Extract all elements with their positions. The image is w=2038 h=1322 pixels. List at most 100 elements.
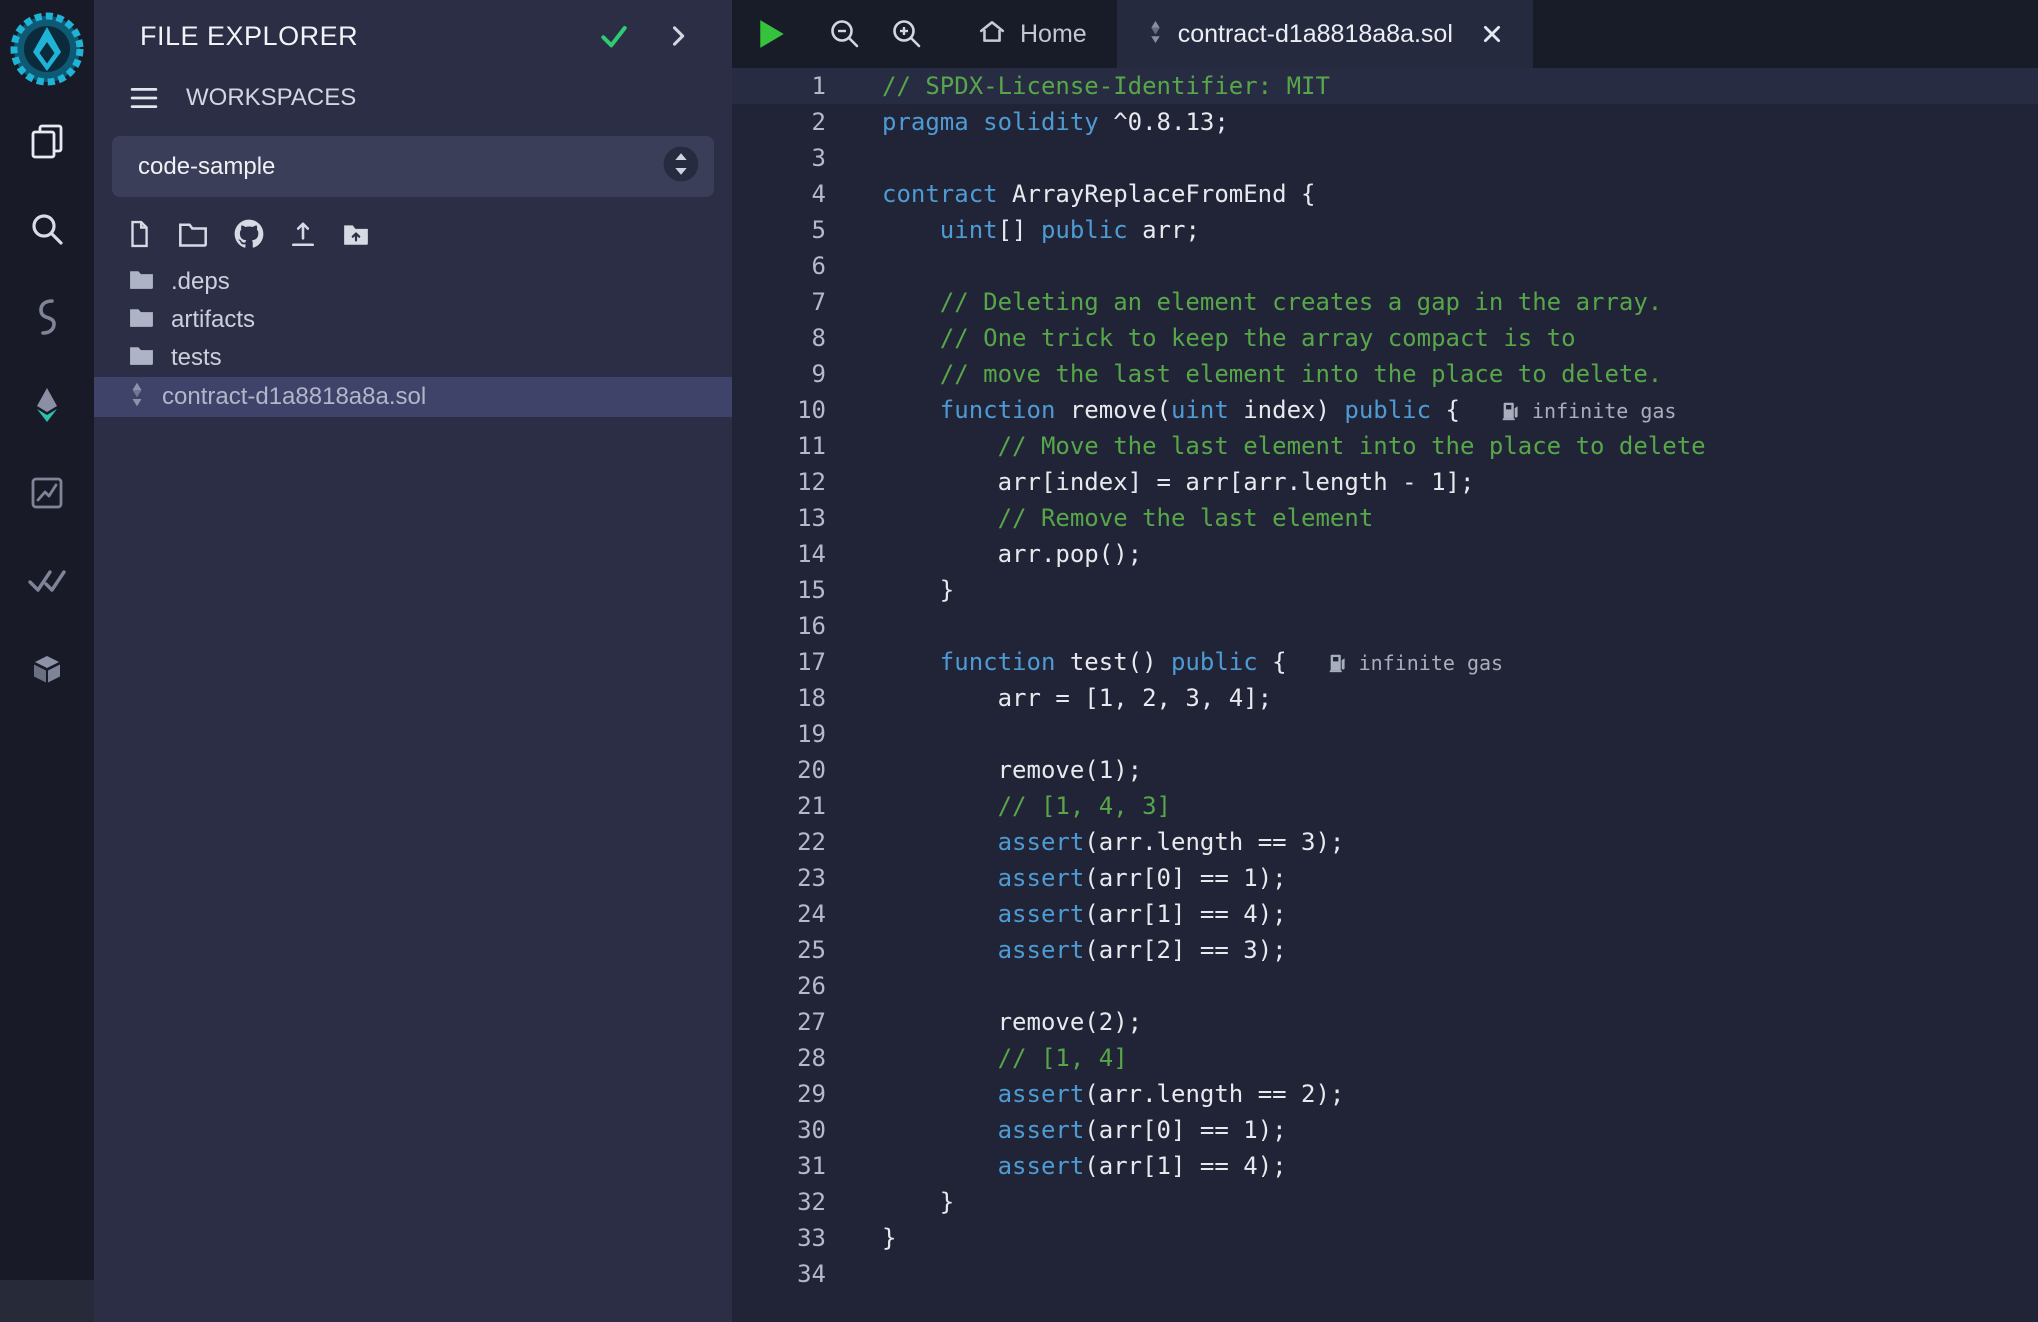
line-content[interactable]: function remove(uint index) public {infi… bbox=[882, 392, 2038, 428]
code-line[interactable]: 7 // Deleting an element creates a gap i… bbox=[732, 284, 2038, 320]
line-content[interactable]: assert(arr[2] == 3); bbox=[882, 932, 2038, 968]
line-number[interactable]: 28 bbox=[732, 1040, 882, 1076]
line-number[interactable]: 33 bbox=[732, 1220, 882, 1256]
line-content[interactable]: // [1, 4] bbox=[882, 1040, 2038, 1076]
code-line[interactable]: 16 bbox=[732, 608, 2038, 644]
upload-folder-icon[interactable] bbox=[342, 222, 370, 246]
line-content[interactable]: } bbox=[882, 1184, 2038, 1220]
folder-row-deps[interactable]: .deps bbox=[94, 263, 732, 301]
code-line[interactable]: 15 } bbox=[732, 572, 2038, 608]
line-number[interactable]: 14 bbox=[732, 536, 882, 572]
line-number[interactable]: 18 bbox=[732, 680, 882, 716]
code-line[interactable]: 32 } bbox=[732, 1184, 2038, 1220]
code-line[interactable]: 4contract ArrayReplaceFromEnd { bbox=[732, 176, 2038, 212]
line-content[interactable]: } bbox=[882, 572, 2038, 608]
line-number[interactable]: 7 bbox=[732, 284, 882, 320]
line-number[interactable]: 31 bbox=[732, 1148, 882, 1184]
code-line[interactable]: 12 arr[index] = arr[arr.length - 1]; bbox=[732, 464, 2038, 500]
github-icon[interactable] bbox=[234, 219, 264, 249]
line-number[interactable]: 16 bbox=[732, 608, 882, 644]
line-content[interactable]: assert(arr[1] == 4); bbox=[882, 1148, 2038, 1184]
line-content[interactable]: // SPDX-License-Identifier: MIT bbox=[882, 68, 2038, 104]
line-content[interactable]: remove(1); bbox=[882, 752, 2038, 788]
line-content[interactable]: assert(arr[0] == 1); bbox=[882, 1112, 2038, 1148]
code-line[interactable]: 19 bbox=[732, 716, 2038, 752]
code-line[interactable]: 22 assert(arr.length == 3); bbox=[732, 824, 2038, 860]
code-line[interactable]: 25 assert(arr[2] == 3); bbox=[732, 932, 2038, 968]
line-content[interactable]: // Remove the last element bbox=[882, 500, 2038, 536]
line-number[interactable]: 17 bbox=[732, 644, 882, 680]
line-number[interactable]: 22 bbox=[732, 824, 882, 860]
code-line[interactable]: 11 // Move the last element into the pla… bbox=[732, 428, 2038, 464]
workspace-select[interactable]: code-sample bbox=[112, 136, 714, 197]
code-line[interactable]: 9 // move the last element into the plac… bbox=[732, 356, 2038, 392]
line-content[interactable] bbox=[882, 968, 2038, 1004]
line-number[interactable]: 26 bbox=[732, 968, 882, 1004]
line-number[interactable]: 30 bbox=[732, 1112, 882, 1148]
deploy-run-ethereum-icon[interactable] bbox=[25, 383, 69, 427]
line-number[interactable]: 3 bbox=[732, 140, 882, 176]
line-content[interactable]: function test() public {infinite gas bbox=[882, 644, 2038, 680]
code-line[interactable]: 31 assert(arr[1] == 4); bbox=[732, 1148, 2038, 1184]
code-line[interactable]: 6 bbox=[732, 248, 2038, 284]
code-line[interactable]: 30 assert(arr[0] == 1); bbox=[732, 1112, 2038, 1148]
line-content[interactable] bbox=[882, 608, 2038, 644]
line-number[interactable]: 34 bbox=[732, 1256, 882, 1292]
new-folder-icon[interactable] bbox=[178, 221, 208, 247]
code-line[interactable]: 5 uint[] public arr; bbox=[732, 212, 2038, 248]
line-content[interactable]: assert(arr.length == 3); bbox=[882, 824, 2038, 860]
confirm-check-icon[interactable] bbox=[598, 20, 630, 52]
code-editor[interactable]: 1// SPDX-License-Identifier: MIT2pragma … bbox=[732, 68, 2038, 1322]
folder-row-tests[interactable]: tests bbox=[94, 339, 732, 377]
line-content[interactable]: arr.pop(); bbox=[882, 536, 2038, 572]
workspace-select-toggle-icon[interactable] bbox=[662, 145, 700, 188]
line-number[interactable]: 11 bbox=[732, 428, 882, 464]
line-number[interactable]: 4 bbox=[732, 176, 882, 212]
line-content[interactable]: assert(arr[0] == 1); bbox=[882, 860, 2038, 896]
code-line[interactable]: 21 // [1, 4, 3] bbox=[732, 788, 2038, 824]
line-number[interactable]: 23 bbox=[732, 860, 882, 896]
code-line[interactable]: 10 function remove(uint index) public {i… bbox=[732, 392, 2038, 428]
line-content[interactable]: // [1, 4, 3] bbox=[882, 788, 2038, 824]
line-content[interactable]: // Deleting an element creates a gap in … bbox=[882, 284, 2038, 320]
line-content[interactable] bbox=[882, 140, 2038, 176]
plugin-manager-icon[interactable] bbox=[25, 647, 69, 691]
code-line[interactable]: 18 arr = [1, 2, 3, 4]; bbox=[732, 680, 2038, 716]
code-line[interactable]: 24 assert(arr[1] == 4); bbox=[732, 896, 2038, 932]
line-content[interactable]: assert(arr.length == 2); bbox=[882, 1076, 2038, 1112]
line-number[interactable]: 9 bbox=[732, 356, 882, 392]
line-content[interactable] bbox=[882, 1256, 2038, 1292]
line-number[interactable]: 25 bbox=[732, 932, 882, 968]
line-content[interactable] bbox=[882, 716, 2038, 752]
tab-home[interactable]: Home bbox=[948, 0, 1117, 68]
file-row-contract[interactable]: contract-d1a8818a8a.sol bbox=[94, 377, 732, 417]
run-play-icon[interactable] bbox=[758, 18, 786, 50]
analysis-chart-icon[interactable] bbox=[25, 471, 69, 515]
file-explorer-icon[interactable] bbox=[25, 119, 69, 163]
code-line[interactable]: 34 bbox=[732, 1256, 2038, 1292]
code-line[interactable]: 20 remove(1); bbox=[732, 752, 2038, 788]
code-line[interactable]: 1// SPDX-License-Identifier: MIT bbox=[732, 68, 2038, 104]
line-number[interactable]: 12 bbox=[732, 464, 882, 500]
line-number[interactable]: 6 bbox=[732, 248, 882, 284]
line-number[interactable]: 2 bbox=[732, 104, 882, 140]
line-number[interactable]: 1 bbox=[732, 68, 882, 104]
line-number[interactable]: 29 bbox=[732, 1076, 882, 1112]
line-number[interactable]: 32 bbox=[732, 1184, 882, 1220]
close-tab-icon[interactable] bbox=[1481, 23, 1503, 45]
line-number[interactable]: 13 bbox=[732, 500, 882, 536]
code-line[interactable]: 28 // [1, 4] bbox=[732, 1040, 2038, 1076]
line-number[interactable]: 21 bbox=[732, 788, 882, 824]
code-line[interactable]: 8 // One trick to keep the array compact… bbox=[732, 320, 2038, 356]
code-line[interactable]: 17 function test() public {infinite gas bbox=[732, 644, 2038, 680]
line-number[interactable]: 20 bbox=[732, 752, 882, 788]
search-icon[interactable] bbox=[25, 207, 69, 251]
line-content[interactable]: } bbox=[882, 1220, 2038, 1256]
zoom-in-icon[interactable] bbox=[890, 17, 924, 51]
line-content[interactable]: remove(2); bbox=[882, 1004, 2038, 1040]
code-line[interactable]: 29 assert(arr.length == 2); bbox=[732, 1076, 2038, 1112]
line-number[interactable]: 24 bbox=[732, 896, 882, 932]
unit-testing-double-check-icon[interactable] bbox=[25, 559, 69, 603]
new-file-icon[interactable] bbox=[126, 219, 152, 249]
code-line[interactable]: 14 arr.pop(); bbox=[732, 536, 2038, 572]
